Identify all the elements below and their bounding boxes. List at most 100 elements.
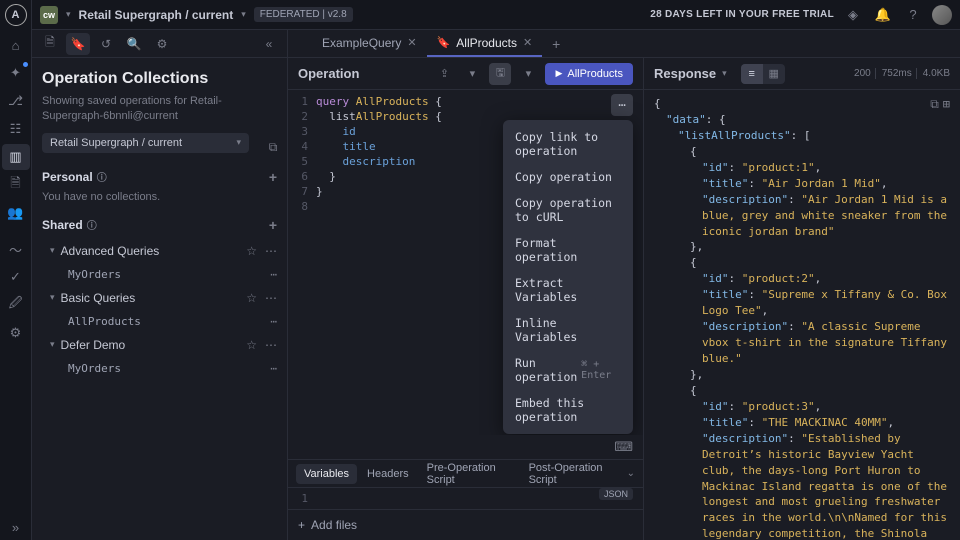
topbar-graph-icon[interactable]: ◈ [842, 4, 864, 26]
collections-icon[interactable]: 🔖 [66, 33, 90, 55]
chevron-down-icon: ▾ [50, 292, 55, 303]
org-switcher-chevron-icon[interactable]: ▾ [66, 9, 71, 20]
context-menu-item[interactable]: Format operation [503, 230, 633, 270]
info-icon[interactable]: ⓘ [87, 217, 97, 232]
save-icon[interactable]: 🖫 [489, 63, 511, 85]
tab-example-query[interactable]: ExampleQuery✕ [312, 30, 427, 57]
nav-checks2-icon[interactable]: ✓ [2, 264, 30, 290]
search-icon[interactable]: 🔍 [122, 33, 146, 55]
folder-menu-icon[interactable]: ⋯ [265, 291, 277, 305]
add-personal-collection-button[interactable]: + [269, 169, 277, 185]
user-avatar[interactable] [932, 5, 952, 25]
operation-item[interactable]: AllProducts⋯ [32, 310, 287, 333]
response-body[interactable]: ⧉ ⊞ {"data": {"listAllProducts": [{"id":… [644, 90, 960, 540]
graph-breadcrumb[interactable]: Retail Supergraph / current [79, 8, 234, 22]
context-menu-item[interactable]: Run operation⌘ + Enter [503, 350, 633, 390]
add-files-button[interactable]: + Add files [288, 509, 643, 540]
hide-panel-icon[interactable] [288, 30, 312, 57]
collections-description: Showing saved operations for Retail-Supe… [32, 94, 287, 133]
tab-all-products[interactable]: 🔖 AllProducts✕ [427, 30, 543, 57]
personal-section-header: Personalⓘ + [32, 163, 287, 191]
apollo-logo-icon[interactable]: A [5, 4, 27, 26]
help-icon[interactable]: ? [902, 4, 924, 26]
context-menu-item[interactable]: Copy link to operation [503, 124, 633, 164]
settings-icon[interactable]: ⚙ [150, 33, 174, 55]
info-icon[interactable]: ⓘ [97, 169, 107, 184]
save-chevron-icon[interactable]: ▾ [517, 63, 539, 85]
add-tab-button[interactable]: + [542, 30, 570, 57]
shared-section-header: Sharedⓘ + [32, 211, 287, 239]
collection-folder[interactable]: ▾Defer Demo☆⋯ [32, 333, 287, 357]
notifications-icon[interactable]: 🔔 [872, 4, 894, 26]
chevron-down-icon: ▾ [236, 137, 241, 148]
response-pane-title: Response [654, 66, 716, 81]
context-menu-item[interactable]: Copy operation [503, 164, 633, 190]
bottom-tab[interactable]: Headers [359, 464, 417, 484]
bottom-tab[interactable]: Pre-Operation Script [419, 458, 519, 490]
nav-settings-icon[interactable]: ⚙ [2, 320, 30, 346]
response-chevron-icon[interactable]: ▾ [722, 68, 727, 79]
copy-response-icon[interactable]: ⧉ [930, 96, 939, 113]
personal-empty-text: You have no collections. [32, 191, 287, 211]
trial-banner[interactable]: 28 DAYS LEFT IN YOUR FREE TRIAL [650, 9, 834, 20]
run-operation-button[interactable]: ▶ AllProducts [545, 63, 633, 85]
operation-context-menu: Copy link to operationCopy operationCopy… [503, 120, 633, 434]
nav-schema-icon[interactable]: 🗎 [2, 172, 30, 198]
operation-menu-icon[interactable]: ⋯ [270, 362, 277, 375]
collapse-bottom-icon[interactable]: ⌄ [627, 468, 635, 479]
context-menu-item[interactable]: Embed this operation [503, 390, 633, 430]
undo-icon[interactable]: ↺ [94, 33, 118, 55]
variables-pane[interactable]: JSON 1 [288, 487, 643, 509]
close-tab-icon[interactable]: ✕ [407, 36, 416, 49]
nav-branch-icon[interactable]: ⎇ [2, 88, 30, 114]
operation-menu-icon[interactable]: ⋯ [270, 315, 277, 328]
editor-tabs: ExampleQuery✕ 🔖 AllProducts✕ + [288, 30, 960, 58]
nav-home-icon[interactable]: ⌂ [2, 32, 30, 58]
expand-rail-icon[interactable]: » [2, 514, 30, 540]
collection-folder[interactable]: ▾Advanced Queries☆⋯ [32, 239, 287, 263]
download-response-icon[interactable]: ⊞ [943, 96, 950, 113]
open-external-icon[interactable]: ⧉ [259, 140, 287, 155]
context-menu-item[interactable]: Inline Variables [503, 310, 633, 350]
star-icon[interactable]: ☆ [246, 338, 257, 352]
variant-selector[interactable]: Retail Supergraph / current ▾ [42, 133, 249, 153]
org-avatar[interactable]: cw [40, 6, 58, 24]
operation-kebab-button[interactable]: ⋯ [611, 94, 633, 116]
nav-clients-icon[interactable]: 👥 [2, 200, 30, 226]
view-json-icon[interactable]: ≡ [741, 64, 763, 84]
view-table-icon[interactable]: ▦ [763, 64, 785, 84]
collapse-panel-icon[interactable]: « [257, 33, 281, 55]
nav-explorer-icon[interactable]: ▥ [2, 144, 30, 170]
star-icon[interactable]: ☆ [246, 291, 257, 305]
folder-menu-icon[interactable]: ⋯ [265, 338, 277, 352]
nav-graph-icon[interactable]: ✦ [2, 60, 30, 86]
bottom-tab[interactable]: Variables [296, 464, 357, 484]
operation-menu-icon[interactable]: ⋯ [270, 268, 277, 281]
folder-menu-icon[interactable]: ⋯ [265, 244, 277, 258]
share-icon[interactable]: ⇪ [433, 63, 455, 85]
close-tab-icon[interactable]: ✕ [523, 36, 532, 49]
json-badge: JSON [599, 488, 633, 500]
nav-checks-icon[interactable]: ☷ [2, 116, 30, 142]
collections-title: Operation Collections [32, 58, 287, 94]
bottom-tab[interactable]: Post-Operation Script [521, 458, 625, 490]
add-shared-collection-button[interactable]: + [269, 217, 277, 233]
nav-metrics-icon[interactable]: 〜 [2, 236, 30, 262]
context-menu-item[interactable]: Copy operation to cURL [503, 190, 633, 230]
play-icon: ▶ [555, 68, 562, 79]
collection-folder[interactable]: ▾Basic Queries☆⋯ [32, 286, 287, 310]
federated-badge: FEDERATED | v2.8 [254, 7, 353, 22]
new-tab-icon[interactable]: 🗎 [38, 33, 62, 55]
variant-chevron-icon[interactable]: ▾ [241, 9, 246, 20]
operation-item[interactable]: MyOrders⋯ [32, 263, 287, 286]
bookmark-icon: 🔖 [437, 36, 451, 49]
chevron-down-icon: ▾ [50, 245, 55, 256]
nav-launch-icon[interactable]: 🖉 [2, 292, 30, 318]
operation-editor[interactable]: 12345678 query AllProducts { listAllProd… [288, 90, 643, 435]
more-chevron-icon[interactable]: ▾ [461, 63, 483, 85]
star-icon[interactable]: ☆ [246, 244, 257, 258]
operation-item[interactable]: MyOrders⋯ [32, 357, 287, 380]
context-menu-item[interactable]: Extract Variables [503, 270, 633, 310]
top-bar: cw ▾ Retail Supergraph / current ▾ FEDER… [32, 0, 960, 30]
keyboard-icon[interactable]: ⌨ [614, 439, 633, 455]
